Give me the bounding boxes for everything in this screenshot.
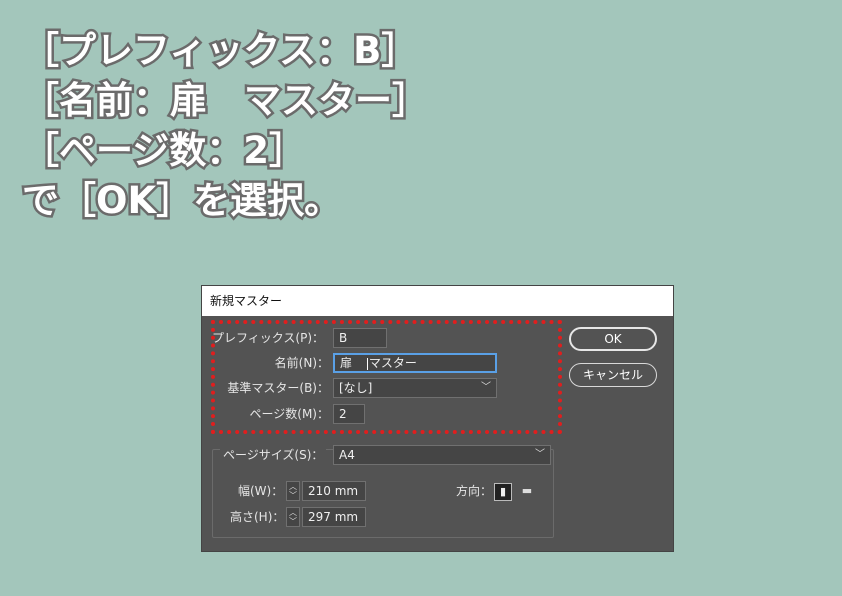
portrait-icon[interactable]: ▮	[494, 483, 512, 501]
cancel-button[interactable]: キャンセル	[569, 363, 657, 387]
dialog-title: 新規マスター	[202, 286, 673, 316]
name-label: 名前(N)：	[274, 356, 329, 370]
width-input[interactable]: 210 mm	[302, 481, 366, 501]
height-label: 高さ(H)：	[230, 510, 285, 524]
based-on-label: 基準マスター(B)：	[227, 381, 329, 395]
new-master-dialog: 新規マスター プレフィックス(P)： B 名前(N)： 扉 マスター 基準マスタ…	[202, 286, 673, 551]
width-label: 幅(W)：	[238, 484, 284, 498]
pages-input[interactable]: 2	[333, 404, 365, 424]
instruction-line-name: ［名前：扉 マスター］	[20, 77, 432, 125]
height-input[interactable]: 297 mm	[302, 507, 366, 527]
instruction-line-pages: ［ページ数：2］	[20, 127, 309, 175]
page-size-value: A4	[339, 448, 355, 462]
chevron-down-icon: ﹀	[481, 382, 491, 393]
instruction-line-prefix: ［プレフィックス：B］	[20, 27, 421, 75]
instruction-line-ok: で［OK］を選択。	[20, 177, 344, 225]
landscape-icon[interactable]: ▬	[518, 483, 536, 501]
ok-button[interactable]: OK	[569, 327, 657, 351]
name-input[interactable]: 扉 マスター	[333, 353, 497, 373]
width-stepper-icon[interactable]: ︿ ﹀	[286, 481, 300, 501]
height-stepper-icon[interactable]: ︿ ﹀	[286, 507, 300, 527]
page-size-select[interactable]: A4 ﹀	[333, 445, 551, 465]
pages-label: ページ数(M)：	[249, 407, 329, 421]
orientation-label: 方向：	[456, 484, 493, 498]
instruction-text: ［プレフィックス：B］ ［名前：扉 マスター］ ［ページ数：2］ で［OK］を選…	[20, 26, 432, 226]
prefix-label: プレフィックス(P)：	[212, 331, 325, 345]
prefix-input[interactable]: B	[333, 328, 387, 348]
chevron-down-icon: ﹀	[535, 449, 545, 460]
based-on-select[interactable]: [なし] ﹀	[333, 378, 497, 398]
page-size-label: ページサイズ(S)：	[220, 445, 327, 465]
text-caret	[366, 357, 368, 370]
name-value-part1: 扉	[340, 356, 353, 370]
based-on-value: [なし]	[339, 381, 373, 395]
name-value-part2: マスター	[368, 356, 417, 370]
